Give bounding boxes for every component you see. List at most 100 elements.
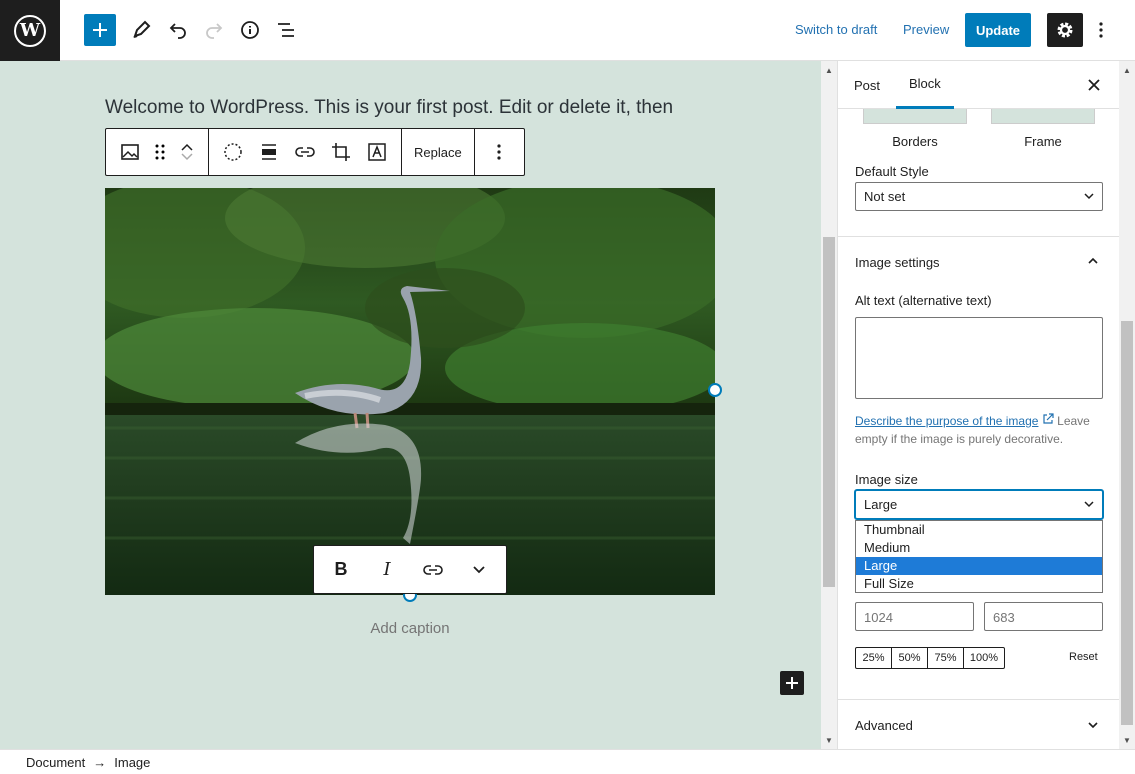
image-settings-toggle[interactable] (1081, 249, 1105, 273)
block-toolbar-group-tools (209, 129, 402, 175)
block-options-button[interactable] (481, 134, 517, 170)
crop-icon (332, 143, 350, 161)
details-button[interactable] (234, 14, 266, 46)
image-size-options: Thumbnail Medium Large Full Size (855, 520, 1103, 593)
scroll-up-arrow-icon[interactable]: ▲ (821, 63, 837, 77)
tools-button[interactable] (125, 14, 157, 46)
sidebar-tabs: Post Block (838, 61, 1119, 109)
drag-handle[interactable] (148, 134, 172, 170)
scroll-down-arrow-icon[interactable]: ▼ (1119, 733, 1135, 747)
italic-button[interactable]: I (369, 552, 405, 588)
breadcrumb-separator: → (93, 754, 107, 770)
scroll-down-arrow-icon[interactable]: ▼ (821, 733, 837, 747)
advanced-panel-toggle[interactable] (1081, 713, 1105, 737)
drag-handle-icon (155, 144, 165, 160)
image-icon (121, 144, 139, 160)
text-over-image-button[interactable] (359, 134, 395, 170)
block-toolbar-group-more (475, 129, 523, 175)
add-block-button[interactable] (84, 14, 116, 46)
breadcrumb-document[interactable]: Document (26, 755, 85, 770)
crop-button[interactable] (323, 134, 359, 170)
settings-button[interactable] (1047, 13, 1083, 47)
more-vertical-icon (497, 144, 501, 160)
chevron-up-icon (1088, 257, 1098, 264)
panel-divider (838, 699, 1119, 700)
caption-format-toolbar: B I (313, 545, 507, 594)
canvas-scrollbar[interactable]: ▲ ▼ (821, 61, 837, 749)
chevron-down-icon[interactable] (180, 152, 194, 162)
options-button[interactable] (1090, 14, 1112, 46)
percent-100-button[interactable]: 100% (964, 648, 1004, 668)
preview-button[interactable]: Preview (903, 22, 949, 37)
align-button[interactable] (251, 134, 287, 170)
replace-button[interactable]: Replace (408, 145, 468, 160)
close-icon (1088, 79, 1100, 91)
settings-sidebar: Borders Frame Post Block Default Style N… (837, 61, 1119, 749)
block-inserter-button[interactable] (780, 671, 804, 695)
option-thumbnail[interactable]: Thumbnail (856, 521, 1102, 539)
scroll-up-arrow-icon[interactable]: ▲ (1119, 63, 1135, 77)
option-full-size[interactable]: Full Size (856, 575, 1102, 593)
block-toolbar-group-parent (106, 129, 209, 175)
chevron-down-icon (1084, 193, 1094, 200)
chevron-down-icon (473, 565, 485, 573)
link-button[interactable] (287, 134, 323, 170)
link-icon (423, 564, 443, 575)
style-label-frame: Frame (1024, 134, 1062, 149)
chevron-up-icon[interactable] (180, 142, 194, 152)
default-style-value: Not set (864, 189, 906, 204)
image-size-select[interactable]: Large (855, 490, 1103, 519)
redo-button[interactable] (198, 14, 230, 46)
switch-to-draft-button[interactable]: Switch to draft (795, 22, 877, 37)
duotone-button[interactable] (215, 134, 251, 170)
list-view-button[interactable] (270, 14, 302, 46)
percent-75-button[interactable]: 75% (928, 648, 964, 668)
style-preview-frame[interactable] (991, 109, 1095, 124)
block-type-button[interactable] (112, 134, 148, 170)
paragraph-block[interactable]: Welcome to WordPress. This is your first… (105, 97, 673, 119)
caption-placeholder[interactable]: Add caption (105, 620, 715, 637)
italic-icon: I (383, 559, 391, 580)
canvas-scroll-thumb[interactable] (823, 237, 835, 587)
image-width-input[interactable]: 1024 (855, 602, 974, 631)
chevron-down-icon (1084, 501, 1094, 508)
bold-button[interactable]: B (323, 552, 359, 588)
editor-canvas[interactable]: Welcome to WordPress. This is your first… (0, 61, 821, 749)
advanced-panel-title[interactable]: Advanced (855, 718, 913, 733)
undo-button[interactable] (162, 14, 194, 46)
image-settings-title[interactable]: Image settings (855, 255, 940, 270)
move-buttons[interactable] (172, 134, 202, 170)
image-size-label: Image size (855, 472, 918, 487)
describe-image-link[interactable]: Describe the purpose of the image (855, 414, 1038, 428)
default-style-select[interactable]: Not set (855, 182, 1103, 211)
update-button[interactable]: Update (965, 13, 1031, 47)
close-sidebar-button[interactable] (1082, 73, 1106, 97)
sidebar-scroll-thumb[interactable] (1121, 321, 1133, 725)
percent-50-button[interactable]: 50% (892, 648, 928, 668)
resize-handle-right[interactable] (708, 383, 722, 397)
caption-link-button[interactable] (415, 552, 451, 588)
alt-text-help: Describe the purpose of the image Leave … (855, 412, 1103, 448)
option-large[interactable]: Large (856, 557, 1102, 575)
list-view-icon (278, 23, 294, 37)
align-icon (262, 144, 276, 160)
breadcrumb-image[interactable]: Image (114, 755, 150, 770)
tab-block[interactable]: Block (896, 61, 954, 109)
bold-icon: B (334, 559, 348, 579)
reset-size-button[interactable]: Reset (1069, 651, 1098, 663)
image-height-input[interactable]: 683 (984, 602, 1103, 631)
info-icon (241, 21, 259, 39)
wordpress-logo-button[interactable]: W (0, 0, 60, 61)
chevron-down-icon (1088, 722, 1098, 729)
more-formats-button[interactable] (461, 552, 497, 588)
tab-post[interactable]: Post (854, 61, 880, 109)
editor-header: W Switch to draft Preview Update (0, 0, 1135, 61)
alt-text-input[interactable] (855, 317, 1103, 399)
percent-25-button[interactable]: 25% (856, 648, 892, 668)
image-block[interactable] (105, 188, 715, 595)
sidebar-scrollbar[interactable]: ▲ ▼ (1119, 61, 1135, 749)
style-preview-borders[interactable] (863, 109, 967, 124)
breadcrumb: Document → Image (0, 749, 1135, 774)
option-medium[interactable]: Medium (856, 539, 1102, 557)
heron-photo (105, 188, 715, 595)
